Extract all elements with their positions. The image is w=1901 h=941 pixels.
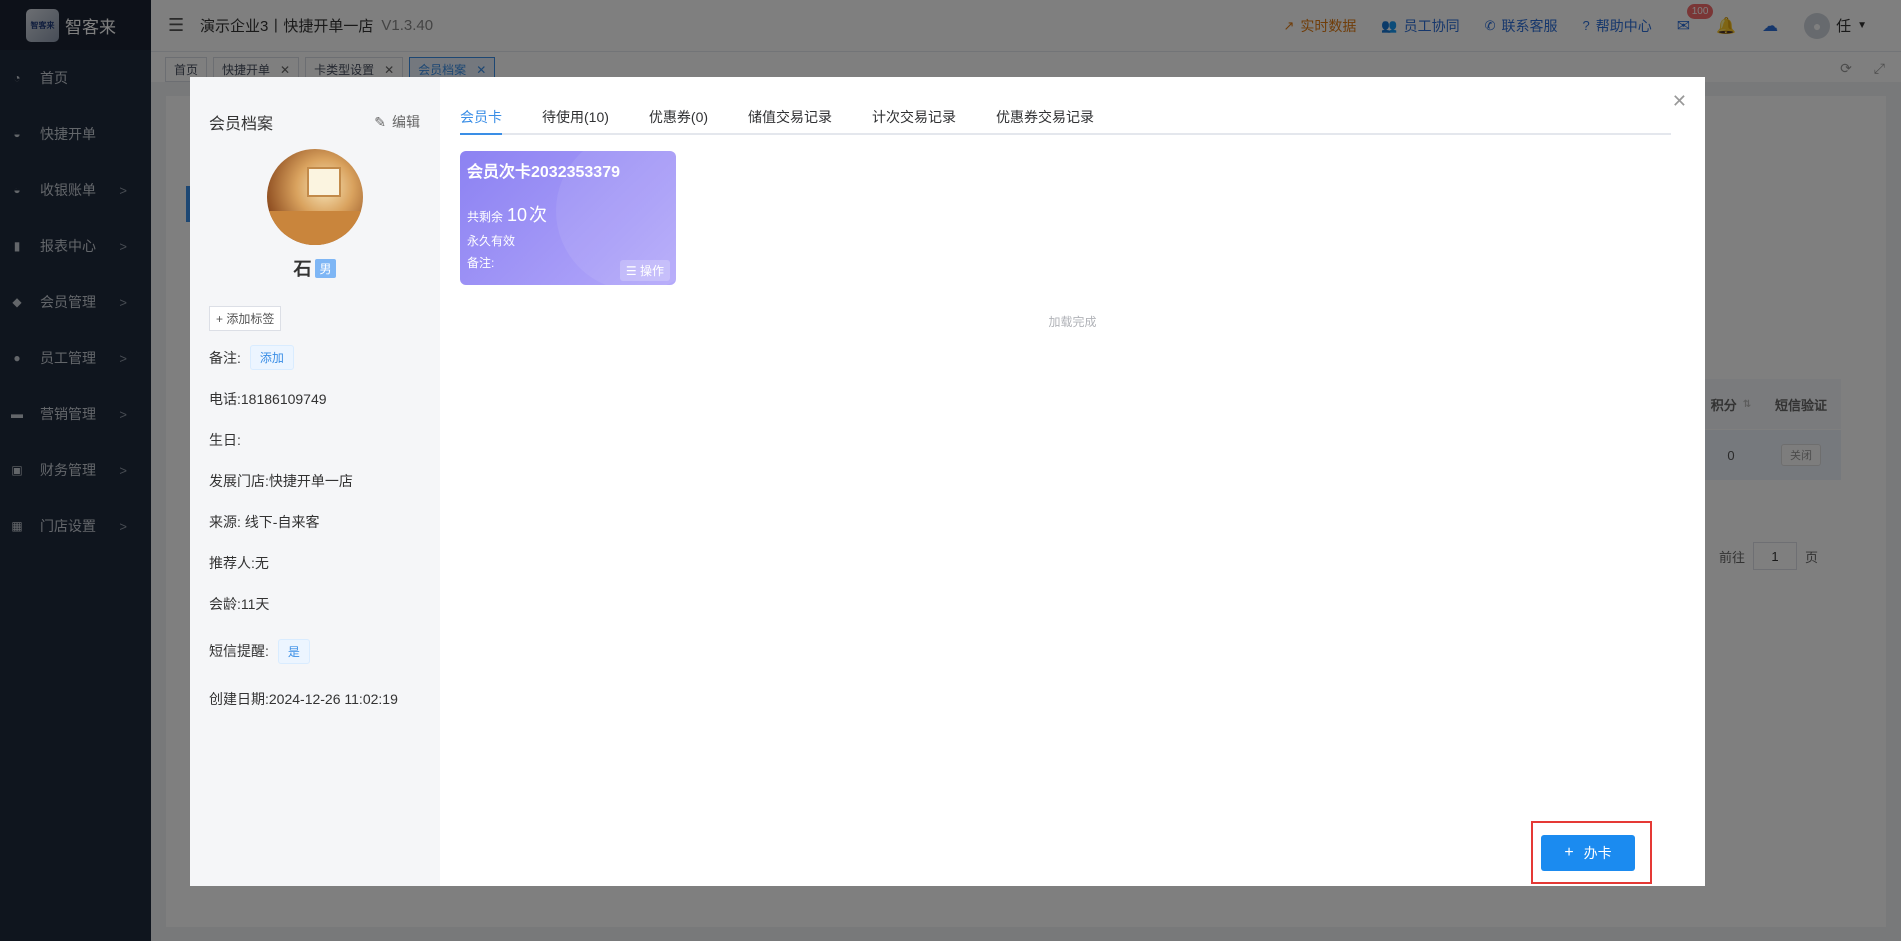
card-validity: 永久有效 [467,234,516,248]
referrer-row: 推荐人:无 [209,554,269,571]
card-remaining-prefix: 共剩余 [467,210,504,224]
store-row: 发展门店:快捷开单一店 [209,472,353,489]
remark-row: 备注: 添加 [209,337,420,378]
plus-icon: + [1564,844,1574,861]
pencil-icon: ✎ [374,113,386,130]
detail-tab-2[interactable]: 优惠券(0) [649,97,708,133]
card-operation-label: 操作 [639,264,664,278]
add-remark-button[interactable]: 添加 [249,345,294,370]
detail-tabs: 会员卡 待使用(10) 优惠券(0) 储值交易记录 计次交易记录 优惠券交易记录 [460,97,1671,135]
add-card-button[interactable]: + 办卡 [1541,835,1635,871]
member-info-panel: 会员档案 ✎ 编辑 石男 + 添加标签 备注: 添加 电话:18186109749 … [190,77,440,886]
loaded-status: 加载完成 [1048,315,1097,329]
sms-reminder-row: 短信提醒: 是 [209,624,420,678]
avatar-window-shape [306,167,341,197]
sms-reminder-label: 短信提醒: [209,643,269,659]
member-detail-panel: 会员卡 待使用(10) 优惠券(0) 储值交易记录 计次交易记录 优惠券交易记录 ✕ 会员… [440,77,1705,886]
add-tag-button[interactable]: + 添加标签 [209,306,282,331]
membership-age-row: 会龄:11天 [209,595,270,612]
member-card[interactable]: 会员次卡2032353379 共剩余 10 次 永久有效 备注: ☰ 操作 [460,151,676,285]
edit-button[interactable]: ✎ 编辑 [374,112,420,132]
member-name: 石 [293,259,312,279]
card-operation-button[interactable]: ☰ 操作 [619,260,670,281]
card-remaining: 共剩余 10 次 [467,201,669,227]
edit-label: 编辑 [392,114,420,130]
close-icon[interactable]: ✕ [1672,91,1687,112]
remark-label: 备注: [209,349,241,366]
card-remaining-value: 10 [507,205,528,225]
member-profile-dialog: 会员档案 ✎ 编辑 石男 + 添加标签 备注: 添加 电话:18186109749 … [190,77,1705,886]
add-card-label: 办卡 [1583,845,1612,861]
member-details: 备注: 添加 电话:18186109749 生日: 发展门店:快捷开单一店 来源:… [209,337,420,719]
card-title: 会员次卡2032353379 [467,164,620,181]
avatar-floor-shape [266,211,363,245]
source-row: 来源: 线下-自来客 [209,513,320,530]
phone-row: 电话:18186109749 [209,390,327,407]
detail-tab-4[interactable]: 计次交易记录 [872,97,956,133]
member-info-title: 会员档案 [209,116,274,133]
sms-reminder-value: 是 [277,638,310,664]
member-info-header: 会员档案 ✎ 编辑 [209,110,420,134]
birthday-row: 生日: [209,431,241,448]
created-date-row: 创建日期:2024-12-26 11:02:19 [209,690,398,707]
detail-tab-3[interactable]: 储值交易记录 [748,97,832,133]
card-remaining-unit: 次 [529,205,548,225]
detail-tab-1[interactable]: 待使用(10) [542,97,609,133]
gender-badge: 男 [315,259,336,278]
detail-tab-0[interactable]: 会员卡 [460,97,502,135]
member-name-row: 石男 [209,255,420,281]
list-icon: ☰ [625,264,640,278]
member-avatar [266,149,363,245]
detail-tab-5[interactable]: 优惠券交易记录 [996,97,1094,133]
